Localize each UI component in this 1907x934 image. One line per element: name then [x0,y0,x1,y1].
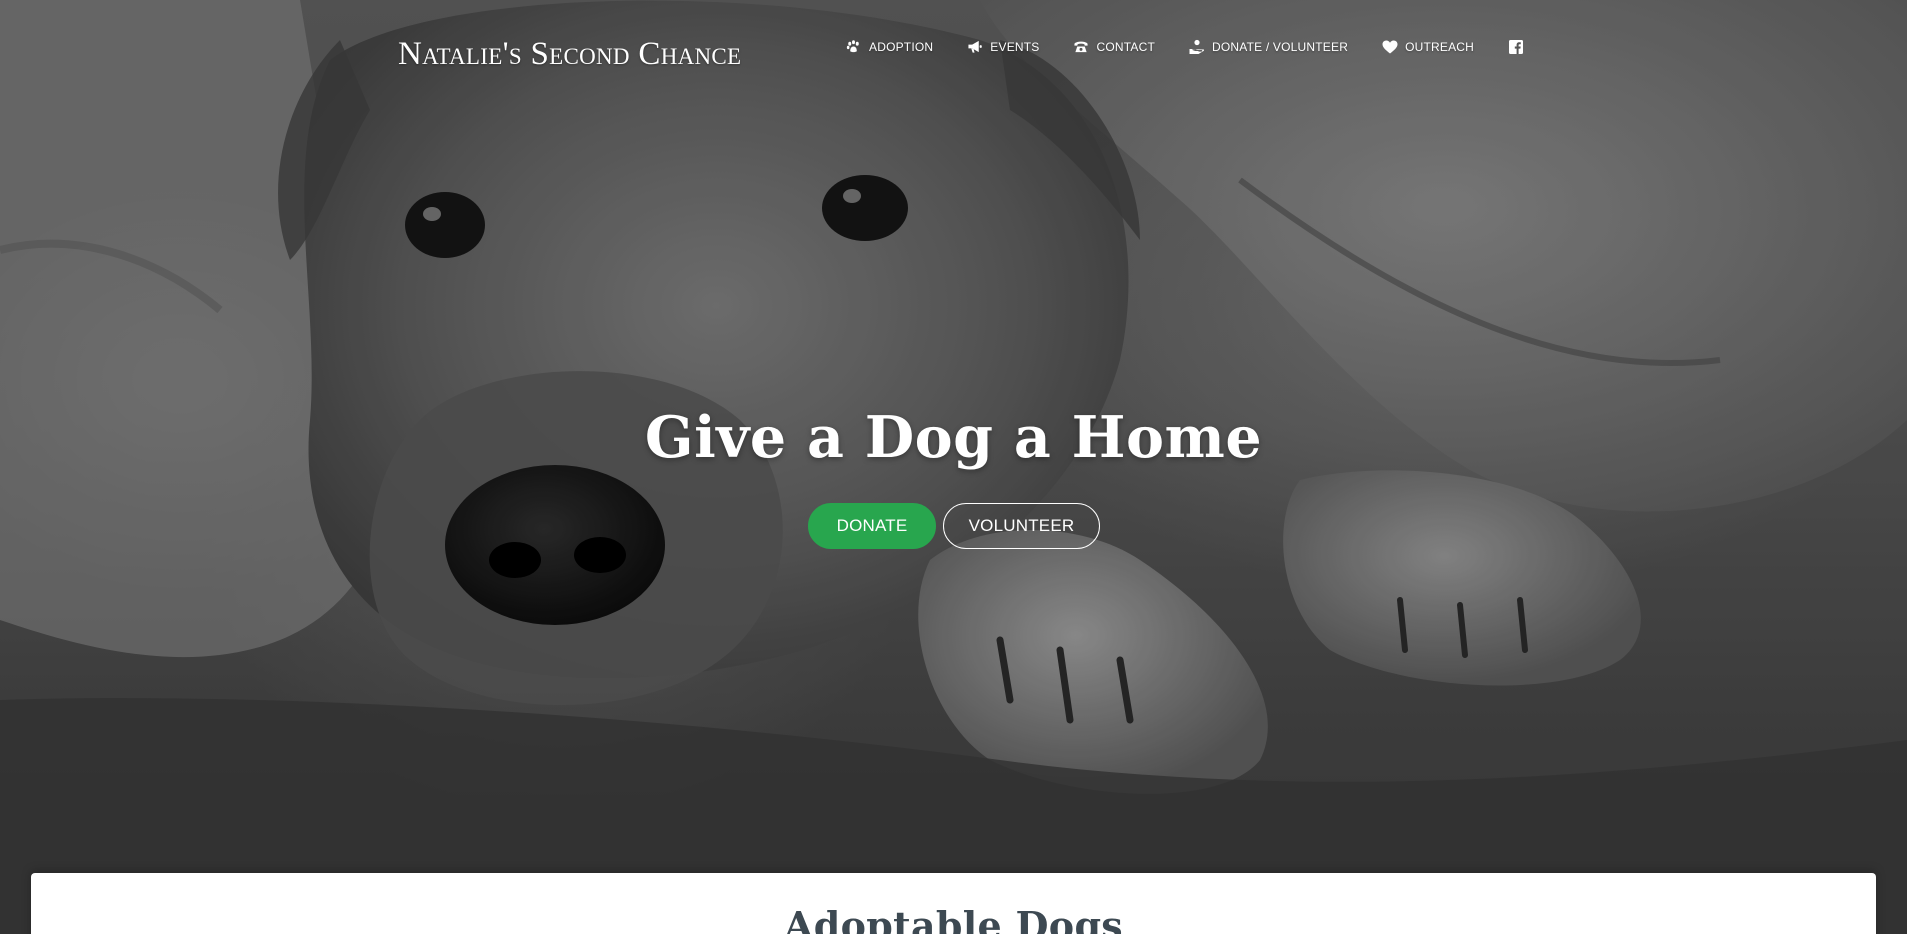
nav-item-donate-volunteer-label: DONATE / VOLUNTEER [1212,39,1349,54]
site-brand-logo[interactable]: Natalie's Second Chance [398,36,741,73]
section-title: Adoptable Dogs [783,903,1124,934]
hero-cta-group: DONATE VOLUNTEER [808,503,1100,549]
hero-headline: Give a Dog a Home [644,404,1263,471]
phone-icon [1073,38,1090,55]
nav-item-contact-label: CONTACT [1096,39,1156,54]
paw-icon [845,38,862,55]
top-navbar: Natalie's Second Chance ADOPTION EVENTS … [0,0,1907,100]
heart-icon [1381,38,1398,55]
facebook-icon [1507,38,1524,55]
donate-button[interactable]: DONATE [808,503,936,549]
megaphone-icon [966,38,983,55]
adoptable-dogs-section: Adoptable Dogs [31,873,1876,934]
nav-item-events[interactable]: EVENTS [966,38,1039,55]
nav-item-outreach-label: OUTREACH [1405,39,1475,54]
nav-item-donate-volunteer[interactable]: DONATE / VOLUNTEER [1188,38,1348,55]
nav-item-contact[interactable]: CONTACT [1073,38,1156,55]
nav-item-events-label: EVENTS [990,39,1040,54]
nav-item-outreach[interactable]: OUTREACH [1381,38,1474,55]
nav-item-adoption-label: ADOPTION [869,39,934,54]
volunteer-button[interactable]: VOLUNTEER [943,503,1100,549]
helping-hand-icon [1188,38,1205,55]
facebook-link[interactable] [1507,38,1531,55]
main-nav: ADOPTION EVENTS CONTACT DONATE / VOLUNTE… [845,38,1531,55]
nav-item-adoption[interactable]: ADOPTION [845,38,933,55]
